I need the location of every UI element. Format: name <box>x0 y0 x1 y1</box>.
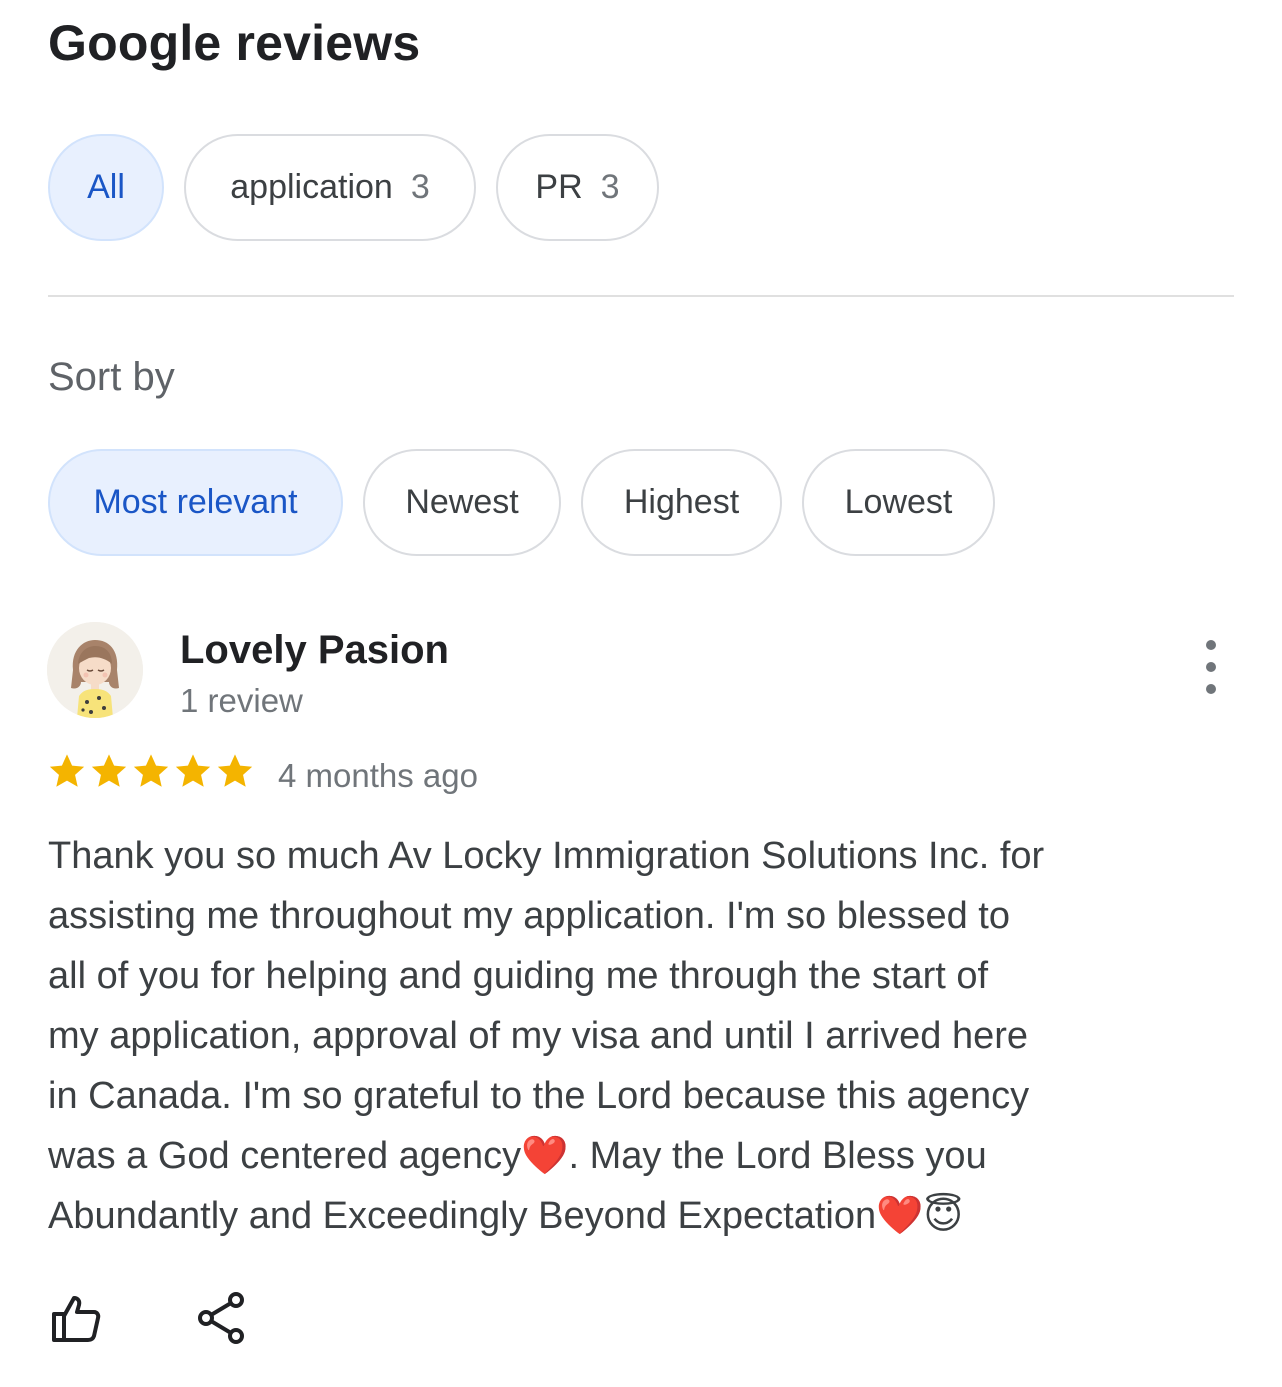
review-text: Thank you so much Av Locky Immigration S… <box>48 835 1045 1237</box>
star-rating <box>46 750 256 792</box>
star-icon <box>175 754 211 787</box>
filter-chip-application[interactable]: application 3 <box>184 134 476 241</box>
filter-chip-count: 3 <box>600 168 620 206</box>
star-icon <box>217 754 253 787</box>
reviewer-avatar[interactable] <box>47 622 143 718</box>
star-icon <box>91 754 127 787</box>
star-icon <box>133 754 169 787</box>
filter-chip-label: All <box>87 168 125 206</box>
thumbs-up-icon[interactable] <box>48 1290 104 1346</box>
topic-filter-row: All application 3 PR 3 <box>48 134 659 241</box>
filter-chip-count: 3 <box>410 168 430 206</box>
sort-options-row: Most relevant Newest Highest Lowest <box>48 449 995 556</box>
sort-option-label: Highest <box>623 483 740 521</box>
more-vert-icon <box>1206 640 1216 694</box>
more-options-button[interactable] <box>1188 640 1234 694</box>
review-date: 4 months ago <box>278 757 478 794</box>
sort-highest[interactable]: Highest <box>581 449 782 556</box>
filter-chip-label: application <box>230 168 393 206</box>
sort-option-label: Most relevant <box>93 483 298 521</box>
star-icon <box>49 754 85 787</box>
filter-chip-label: PR <box>535 168 583 206</box>
sort-newest[interactable]: Newest <box>363 449 561 556</box>
reviewer-review-count: 1 review <box>180 682 303 719</box>
filter-chip-pr[interactable]: PR 3 <box>496 134 659 241</box>
filter-chip-all[interactable]: All <box>48 134 164 241</box>
avatar-illustration <box>47 622 143 718</box>
sort-option-label: Lowest <box>844 483 953 521</box>
share-icon[interactable] <box>194 1290 250 1346</box>
sort-label: Sort by <box>48 355 175 399</box>
section-divider <box>48 295 1234 297</box>
sort-option-label: Newest <box>405 483 519 521</box>
reviewer-name[interactable]: Lovely Pasion <box>180 628 449 673</box>
page-title: Google reviews <box>48 15 421 71</box>
sort-most-relevant[interactable]: Most relevant <box>48 449 343 556</box>
sort-lowest[interactable]: Lowest <box>802 449 995 556</box>
review-actions <box>48 1290 250 1346</box>
